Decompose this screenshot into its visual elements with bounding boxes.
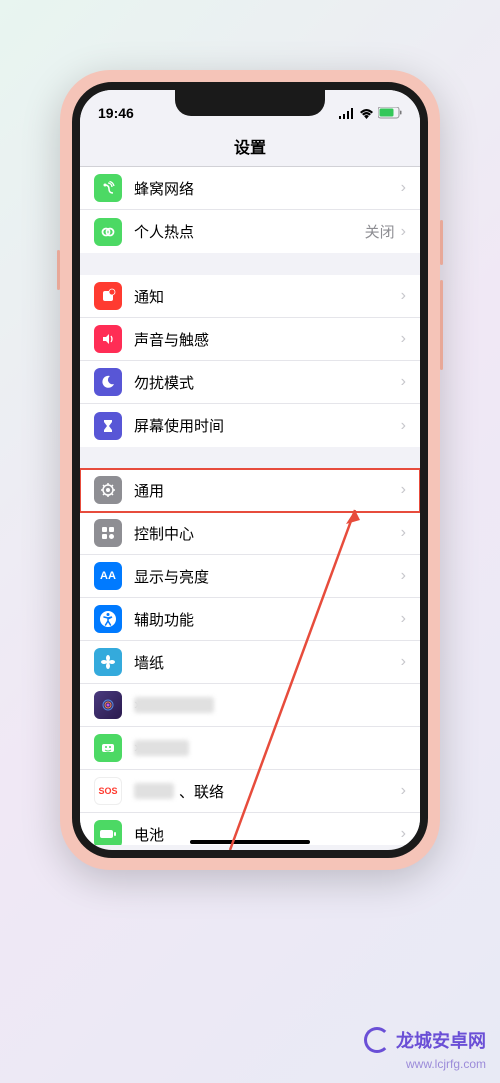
status-time: 19:46	[98, 105, 134, 121]
sounds-icon	[94, 325, 122, 353]
dnd-icon	[94, 368, 122, 396]
chevron-right-icon: ›	[401, 610, 406, 628]
chevron-right-icon: ›	[401, 567, 406, 585]
settings-row-facetime[interactable]: ›	[80, 727, 420, 770]
settings-row-sos[interactable]: SOS 、联络 ›	[80, 770, 420, 813]
row-label: 通用	[134, 480, 401, 501]
display-icon: AA	[94, 562, 122, 590]
battery-icon	[94, 820, 122, 845]
row-label: 屏幕使用时间	[134, 415, 401, 436]
row-label: 通知	[134, 286, 401, 307]
general-icon	[94, 476, 122, 504]
page-title: 设置	[80, 134, 420, 158]
watermark-brand: 龙城安卓网	[364, 1027, 486, 1053]
cellular-icon	[94, 174, 122, 202]
settings-row-accessibility[interactable]: 辅助功能 ›	[80, 598, 420, 641]
chevron-right-icon: ›	[401, 223, 406, 241]
row-label: 墙纸	[134, 652, 401, 673]
battery-status-icon	[378, 107, 402, 119]
chevron-right-icon: ›	[401, 653, 406, 671]
chevron-right-icon: ›	[401, 287, 406, 305]
settings-row-dnd[interactable]: 勿扰模式 ›	[80, 361, 420, 404]
chevron-right-icon: ›	[401, 782, 406, 800]
row-label: 个人热点	[134, 221, 365, 242]
settings-row-controlcenter[interactable]: 控制中心 ›	[80, 512, 420, 555]
row-label: 勿扰模式	[134, 372, 401, 393]
settings-row-siri[interactable]: ›	[80, 684, 420, 727]
notifications-icon	[94, 282, 122, 310]
row-label: 、联络	[134, 781, 401, 802]
settings-row-general[interactable]: 通用 ›	[80, 469, 420, 512]
row-label: 控制中心	[134, 523, 401, 544]
settings-row-sounds[interactable]: 声音与触感 ›	[80, 318, 420, 361]
screentime-icon	[94, 412, 122, 440]
row-label: 蜂窝网络	[134, 178, 401, 199]
settings-header: 设置	[80, 128, 420, 167]
chevron-right-icon: ›	[401, 825, 406, 843]
settings-row-cellular[interactable]: 蜂窝网络 ›	[80, 167, 420, 210]
row-label: 辅助功能	[134, 609, 401, 630]
chevron-right-icon: ›	[401, 330, 406, 348]
watermark-url: www.lcjrfg.com	[406, 1057, 486, 1071]
settings-row-notifications[interactable]: 通知 ›	[80, 275, 420, 318]
hotspot-icon	[94, 218, 122, 246]
chevron-right-icon: ›	[401, 373, 406, 391]
wallpaper-icon	[94, 648, 122, 676]
facetime-icon	[94, 734, 122, 762]
chevron-right-icon: ›	[401, 481, 406, 499]
watermark-logo-icon	[364, 1027, 390, 1053]
settings-row-display[interactable]: AA 显示与亮度 ›	[80, 555, 420, 598]
row-label: 声音与触感	[134, 329, 401, 350]
home-indicator[interactable]	[190, 840, 310, 844]
wifi-icon	[359, 108, 374, 119]
chevron-right-icon: ›	[401, 417, 406, 435]
row-label: 显示与亮度	[134, 566, 401, 587]
chevron-right-icon: ›	[401, 524, 406, 542]
chevron-right-icon: ›	[401, 179, 406, 197]
row-detail: 关闭	[365, 221, 395, 242]
siri-icon	[94, 691, 122, 719]
sos-icon: SOS	[94, 777, 122, 805]
settings-row-hotspot[interactable]: 个人热点 关闭 ›	[80, 210, 420, 253]
settings-row-wallpaper[interactable]: 墙纸 ›	[80, 641, 420, 684]
settings-list[interactable]: 蜂窝网络 › 个人热点 关闭 › 通知 › 声音与触感	[80, 167, 420, 845]
controlcenter-icon	[94, 519, 122, 547]
signal-icon	[339, 108, 355, 119]
accessibility-icon	[94, 605, 122, 633]
settings-row-screentime[interactable]: 屏幕使用时间 ›	[80, 404, 420, 447]
